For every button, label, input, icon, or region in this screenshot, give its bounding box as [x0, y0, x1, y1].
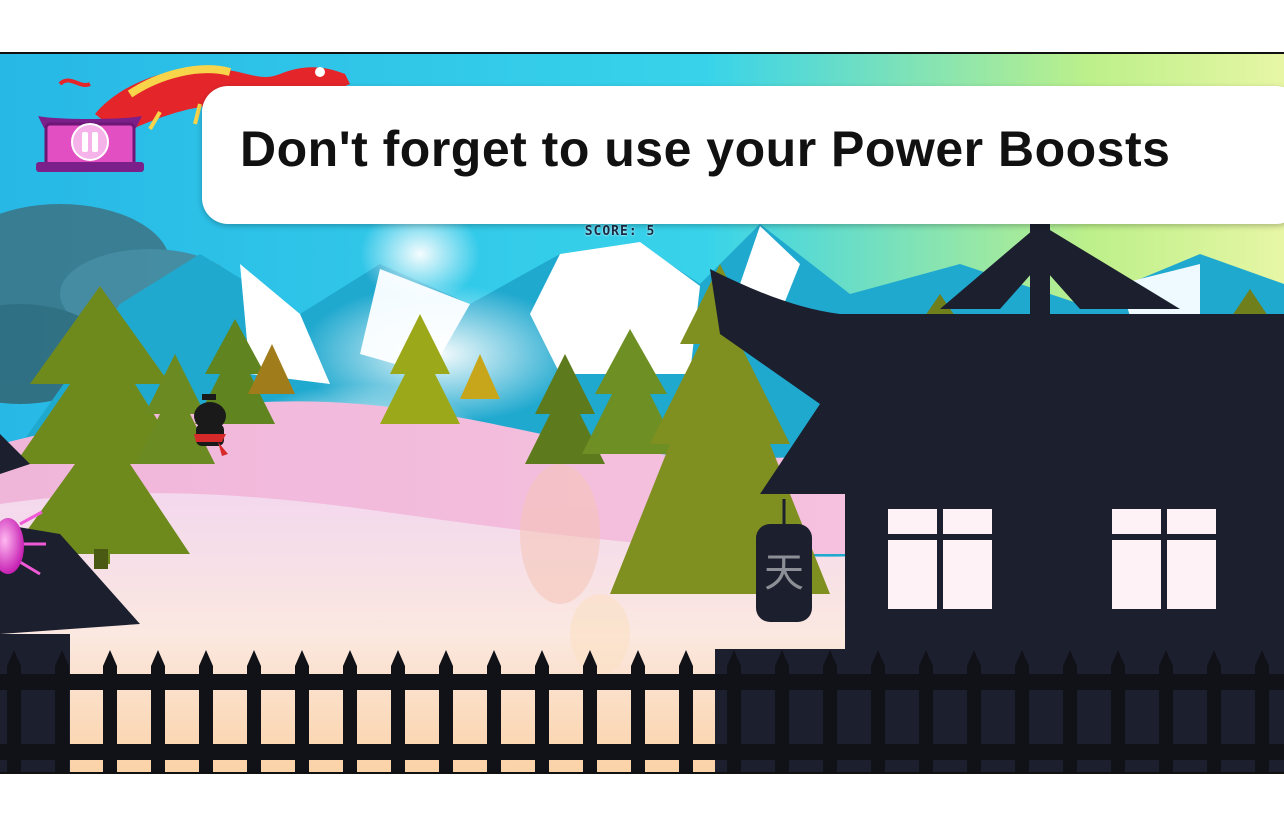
fence-post — [919, 650, 933, 772]
fence-post — [439, 650, 453, 772]
fence-post — [391, 650, 405, 772]
fence-post — [343, 650, 357, 772]
score-label: SCORE: 5 — [584, 224, 656, 239]
fence-post — [583, 650, 597, 772]
fence-post — [151, 650, 165, 772]
fence-post — [679, 650, 693, 772]
pause-button[interactable] — [36, 94, 144, 178]
fence-post — [1207, 650, 1221, 772]
fence-post — [7, 650, 21, 772]
fence-post — [871, 650, 885, 772]
game-viewport[interactable]: SCORE: 5 天 Don't forget to use your Powe… — [0, 52, 1284, 774]
fence-post — [103, 650, 117, 772]
fence-post — [823, 650, 837, 772]
fence-post — [775, 650, 789, 772]
fence-post — [1015, 650, 1029, 772]
fence-post — [247, 650, 261, 772]
fence-post — [487, 650, 501, 772]
fence-post — [295, 650, 309, 772]
fence-post — [631, 650, 645, 772]
fence-post — [727, 650, 741, 772]
fence-post — [967, 650, 981, 772]
fence-post — [1111, 650, 1125, 772]
lantern-character: 天 — [764, 550, 804, 596]
fence-post — [535, 650, 549, 772]
fence-post — [1063, 650, 1077, 772]
fence-post — [1255, 650, 1269, 772]
fence-post — [1159, 650, 1173, 772]
pause-icon — [36, 116, 144, 172]
fence-post — [199, 650, 213, 772]
tip-message: Don't forget to use your Power Boosts — [240, 121, 1171, 177]
tip-banner[interactable]: Don't forget to use your Power Boosts — [202, 86, 1284, 224]
fence-post — [55, 650, 69, 772]
